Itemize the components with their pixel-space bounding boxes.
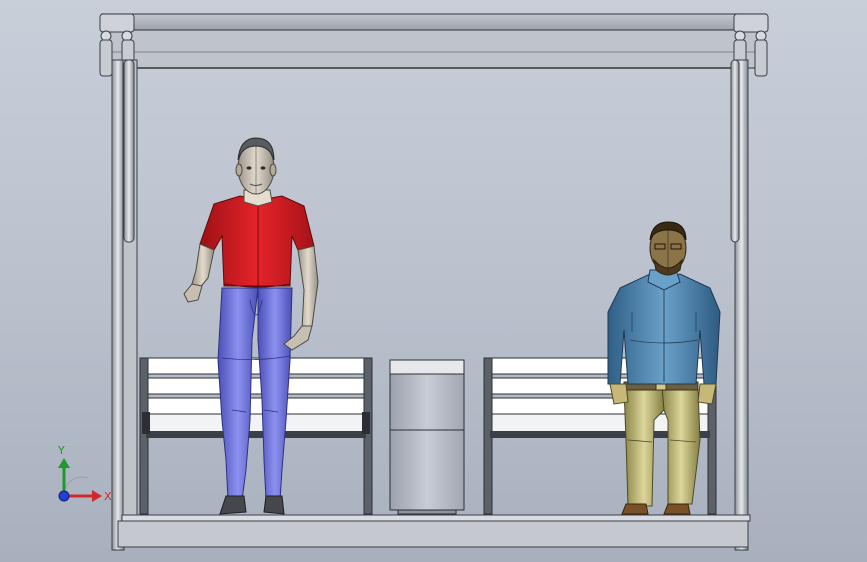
triad-y-label: Y — [57, 444, 65, 457]
triad-z-axis — [58, 490, 70, 502]
standing-person — [183, 137, 319, 515]
roof — [101, 13, 767, 69]
bus-shelter-drawing: Y X — [57, 13, 769, 551]
coordinate-triad-icon: Y X — [57, 444, 112, 503]
triad-x-label: X — [104, 490, 112, 503]
cad-viewport[interactable]: Y X — [0, 0, 867, 562]
bench-left — [139, 357, 373, 515]
post-left — [111, 59, 138, 551]
waste-bin — [389, 359, 465, 515]
floor-platform — [117, 514, 751, 548]
triad-x-arrow — [92, 490, 102, 502]
triad-y-arrow — [58, 458, 70, 468]
post-right — [730, 59, 749, 551]
